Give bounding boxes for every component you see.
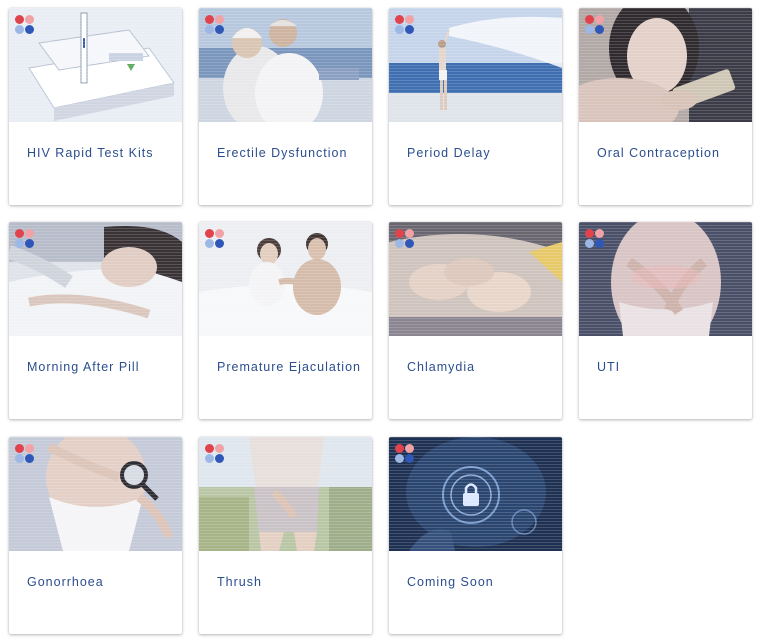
logo-red-dot: [205, 444, 214, 453]
logo-red-dot: [585, 229, 594, 238]
brand-logo-icon: [205, 229, 227, 251]
logo-pink-dot: [405, 444, 414, 453]
logo-red-dot: [205, 229, 214, 238]
logo-blue-dot: [215, 239, 224, 248]
card-title: Chlamydia: [407, 360, 476, 374]
brand-logo-icon: [395, 229, 417, 251]
logo-red-dot: [395, 444, 404, 453]
logo-light-blue-dot: [395, 25, 404, 34]
logo-blue-dot: [595, 25, 604, 34]
logo-red-dot: [205, 15, 214, 24]
logo-pink-dot: [595, 229, 604, 238]
woman-lying-bed-image: [9, 222, 182, 336]
brand-logo-icon: [15, 444, 37, 466]
logo-pink-dot: [215, 444, 224, 453]
card-title: Premature Ejaculation: [217, 360, 361, 374]
card-title: HIV Rapid Test Kits: [27, 146, 154, 160]
logo-blue-dot: [215, 25, 224, 34]
logo-light-blue-dot: [205, 239, 214, 248]
logo-pink-dot: [25, 229, 34, 238]
card-title: Period Delay: [407, 146, 491, 160]
card-coming-soon[interactable]: Coming Soon: [389, 437, 562, 634]
logo-light-blue-dot: [15, 454, 24, 463]
logo-blue-dot: [25, 25, 34, 34]
brand-logo-icon: [395, 15, 417, 37]
card-gonorrhoea[interactable]: Gonorrhoea: [9, 437, 182, 634]
logo-red-dot: [585, 15, 594, 24]
logo-blue-dot: [595, 239, 604, 248]
logo-pink-dot: [405, 229, 414, 238]
couple-in-bed-image: [199, 222, 372, 336]
logo-pink-dot: [595, 15, 604, 24]
logo-blue-dot: [215, 454, 224, 463]
card-title: UTI: [597, 360, 621, 374]
card-title: Erectile Dysfunction: [217, 146, 348, 160]
card-hiv-rapid-test-kits[interactable]: HIV Rapid Test Kits: [9, 8, 182, 205]
logo-red-dot: [15, 15, 24, 24]
logo-light-blue-dot: [15, 239, 24, 248]
card-title: Oral Contraception: [597, 146, 720, 160]
digital-padlock-image: [389, 437, 562, 551]
card-title: Gonorrhoea: [27, 575, 104, 589]
woman-magnifying-glass-image: [9, 437, 182, 551]
logo-red-dot: [15, 444, 24, 453]
card-erectile-dysfunction[interactable]: Erectile Dysfunction: [199, 8, 372, 205]
older-couple-beach-image: [199, 8, 372, 122]
logo-light-blue-dot: [585, 239, 594, 248]
card-thrush[interactable]: Thrush: [199, 437, 372, 634]
logo-blue-dot: [25, 239, 34, 248]
logo-light-blue-dot: [205, 25, 214, 34]
card-period-delay[interactable]: Period Delay: [389, 8, 562, 205]
logo-pink-dot: [25, 444, 34, 453]
logo-light-blue-dot: [15, 25, 24, 34]
hiv-test-kit-image: [9, 8, 182, 122]
card-morning-after-pill[interactable]: Morning After Pill: [9, 222, 182, 419]
logo-red-dot: [395, 15, 404, 24]
feet-under-sheets-image: [389, 222, 562, 336]
logo-blue-dot: [405, 454, 414, 463]
logo-red-dot: [15, 229, 24, 238]
woman-beach-scarf-image: [389, 8, 562, 122]
brand-logo-icon: [15, 15, 37, 37]
card-uti[interactable]: UTI: [579, 222, 752, 419]
logo-pink-dot: [215, 229, 224, 238]
logo-light-blue-dot: [395, 454, 404, 463]
logo-light-blue-dot: [585, 25, 594, 34]
card-chlamydia[interactable]: Chlamydia: [389, 222, 562, 419]
card-oral-contraception[interactable]: Oral Contraception: [579, 8, 752, 205]
logo-pink-dot: [405, 15, 414, 24]
woman-abdomen-pain-image: [579, 222, 752, 336]
logo-pink-dot: [25, 15, 34, 24]
brand-logo-icon: [15, 229, 37, 251]
product-grid: HIV Rapid Test Kits Erectile Dysfunction…: [0, 0, 762, 643]
logo-light-blue-dot: [205, 454, 214, 463]
card-premature-ejaculation[interactable]: Premature Ejaculation: [199, 222, 372, 419]
woman-hands-groin-image: [199, 437, 372, 551]
brand-logo-icon: [585, 229, 607, 251]
brand-logo-icon: [205, 444, 227, 466]
logo-blue-dot: [25, 454, 34, 463]
woman-holding-pill-pack-image: [579, 8, 752, 122]
card-title: Coming Soon: [407, 575, 494, 589]
logo-blue-dot: [405, 25, 414, 34]
logo-red-dot: [395, 229, 404, 238]
logo-light-blue-dot: [395, 239, 404, 248]
brand-logo-icon: [205, 15, 227, 37]
brand-logo-icon: [395, 444, 417, 466]
logo-blue-dot: [405, 239, 414, 248]
logo-pink-dot: [215, 15, 224, 24]
brand-logo-icon: [585, 15, 607, 37]
card-title: Thrush: [217, 575, 262, 589]
card-title: Morning After Pill: [27, 360, 140, 374]
